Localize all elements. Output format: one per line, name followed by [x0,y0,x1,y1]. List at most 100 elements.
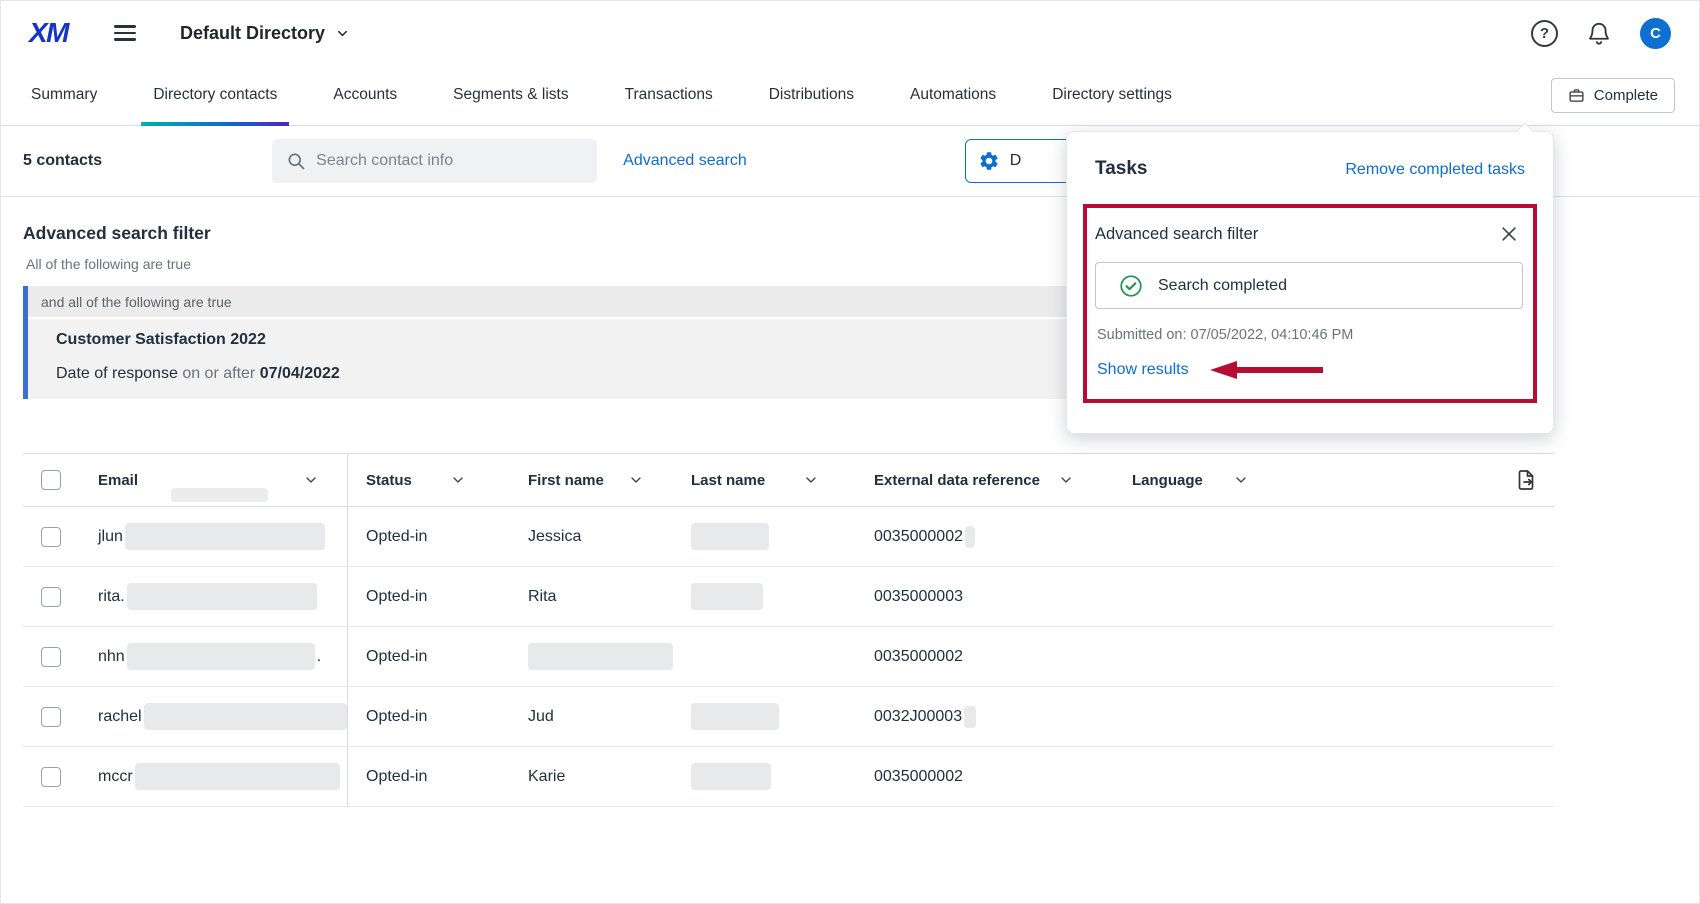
tab-segments-lists[interactable]: Segments & lists [447,65,574,125]
redacted-last-name [691,523,769,550]
tab-summary[interactable]: Summary [25,65,103,125]
remove-completed-tasks-link[interactable]: Remove completed tasks [1345,161,1525,179]
email-cell: rachel [76,687,348,746]
email-text: mccr [98,768,133,786]
language-cell [1114,567,1471,626]
avatar[interactable]: C [1640,18,1671,49]
export-contacts-icon[interactable] [1514,468,1538,492]
tab-directory-settings[interactable]: Directory settings [1046,65,1178,125]
external-data-text: 0032J00003 [874,708,962,726]
row-checkbox[interactable] [41,707,61,727]
condition-operator: on or after [182,365,255,382]
external-data-cell: 0032J00003 [856,687,1114,746]
email-text: nhn [98,648,125,666]
first-name-cell: Jud [510,687,673,746]
language-column-menu-icon[interactable] [1233,472,1249,488]
directory-switcher[interactable]: Default Directory [180,23,350,44]
task-header-row: Advanced search filter [1095,218,1523,246]
last-name-cell [673,507,856,566]
email-text: rachel [98,708,142,726]
select-all-checkbox[interactable] [41,470,61,490]
row-select-cell [23,627,76,686]
language-header-cell: Language [1114,454,1471,506]
table-row[interactable]: rita. Opted-in Rita 0035000003 [23,567,1554,627]
first-name-column-header: First name [528,472,604,489]
row-checkbox[interactable] [41,647,61,667]
external-data-cell: 0035000002 [856,627,1114,686]
row-checkbox[interactable] [41,527,61,547]
email-text-suffix: . [317,648,321,666]
search-box[interactable] [272,139,597,183]
row-actions-cell [1471,627,1554,686]
close-icon[interactable] [1497,222,1521,246]
app-root: XM Default Directory ? C Summary Directo… [0,0,1700,904]
table-row[interactable]: rachel Opted-in Jud 0032J00003 [23,687,1554,747]
external-data-column-menu-icon[interactable] [1058,472,1074,488]
language-cell [1114,747,1471,806]
redacted-email [127,583,317,610]
language-cell [1114,687,1471,746]
contacts-table: Email Status First name Last name [23,453,1554,807]
advanced-search-link[interactable]: Advanced search [623,152,747,170]
directory-tabs: Summary Directory contacts Accounts Segm… [1,65,1699,126]
task-status-box: Search completed [1095,262,1523,309]
redacted-email [125,523,325,550]
select-all-cell [23,454,76,506]
status-cell: Opted-in [348,627,510,686]
search-input[interactable] [316,152,583,170]
table-row[interactable]: jlun Opted-in Jessica 0035000002 [23,507,1554,567]
status-cell: Opted-in [348,687,510,746]
directory-name: Default Directory [180,23,325,44]
table-row[interactable]: mccr Opted-in Karie 0035000002 [23,747,1554,807]
tab-automations[interactable]: Automations [904,65,1002,125]
tab-transactions[interactable]: Transactions [619,65,719,125]
email-cell: nhn. [76,627,348,686]
redacted-region [964,706,976,728]
redacted-email [144,703,347,730]
tab-directory-contacts[interactable]: Directory contacts [147,65,283,125]
row-actions-cell [1471,687,1554,746]
hamburger-menu-icon[interactable] [114,21,140,45]
tab-accounts[interactable]: Accounts [327,65,403,125]
first-name-column-menu-icon[interactable] [628,472,644,488]
row-actions-cell [1471,507,1554,566]
row-checkbox[interactable] [41,767,61,787]
tasks-panel: Tasks Remove completed tasks Advanced se… [1066,131,1554,434]
redacted-email [135,763,340,790]
complete-button-label: Complete [1594,87,1658,104]
tab-distributions[interactable]: Distributions [763,65,860,125]
table-row[interactable]: nhn. Opted-in 0035000002 [23,627,1554,687]
redacted-name [528,643,673,670]
language-column-header: Language [1132,472,1203,489]
email-column-menu-icon[interactable] [303,472,319,488]
row-actions-cell [1471,747,1554,806]
show-results-row: Show results [1095,359,1523,381]
table-header-row: Email Status First name Last name [23,453,1554,507]
tasks-complete-button[interactable]: Complete [1551,78,1675,113]
status-column-menu-icon[interactable] [450,472,466,488]
annotation-highlight-box: Advanced search filter Search completed … [1083,204,1537,403]
external-data-cell: 0035000002 [856,507,1114,566]
show-results-link[interactable]: Show results [1097,361,1189,379]
notifications-bell-icon[interactable] [1586,20,1612,46]
email-cell: rita. [76,567,348,626]
status-column-header: Status [366,472,412,489]
xm-logo[interactable]: XM [29,17,68,49]
search-icon [286,151,306,171]
row-select-cell [23,567,76,626]
last-name-column-menu-icon[interactable] [803,472,819,488]
external-data-text: 0035000002 [874,528,963,546]
task-submitted-timestamp: Submitted on: 07/05/2022, 04:10:46 PM [1095,327,1523,343]
first-name-cell: Jessica [510,507,673,566]
condition-value: 07/04/2022 [260,365,340,382]
external-data-column-header: External data reference [874,472,1040,489]
redacted-last-name [691,583,763,610]
tasks-panel-header: Tasks Remove completed tasks [1095,158,1525,180]
row-actions-cell [1471,567,1554,626]
help-icon[interactable]: ? [1531,20,1558,47]
row-checkbox[interactable] [41,587,61,607]
email-cell: mccr [76,747,348,806]
last-name-cell [673,687,856,746]
annotation-arrow-icon [1197,359,1323,381]
status-cell: Opted-in [348,567,510,626]
